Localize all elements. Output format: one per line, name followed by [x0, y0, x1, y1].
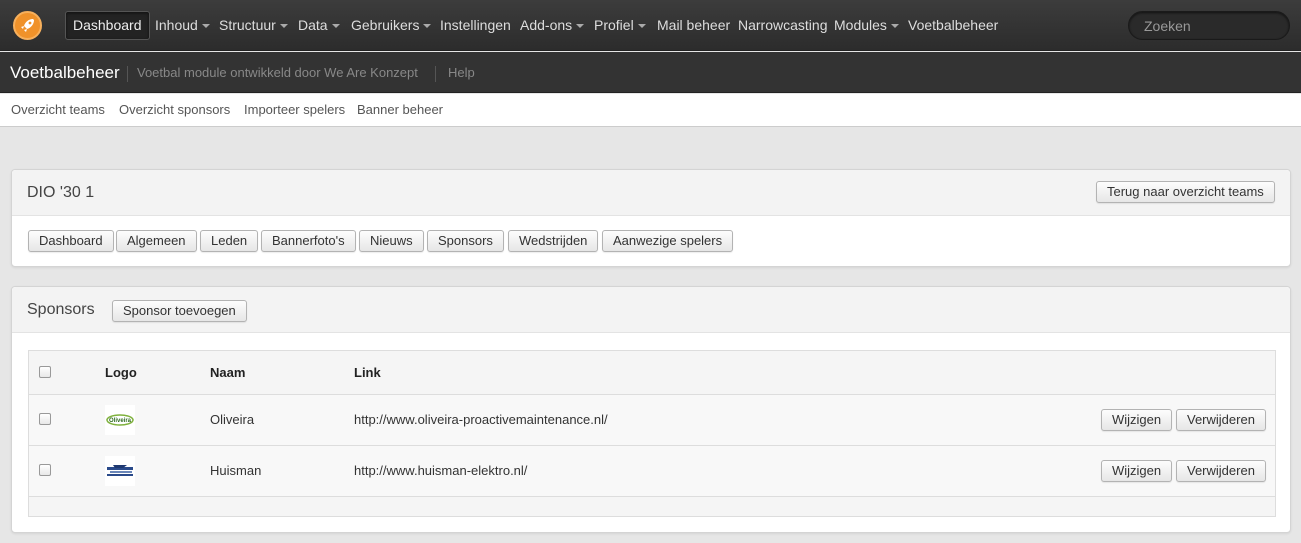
add-sponsor-button[interactable]: Sponsor toevoegen: [112, 300, 247, 322]
nav-item-addons[interactable]: Add-ons: [520, 11, 585, 40]
nav-label: Voetbalbeheer: [908, 17, 999, 33]
divider: [127, 66, 128, 82]
nav-item-inhoud[interactable]: Inhoud: [155, 11, 210, 40]
sponsors-title: Sponsors: [27, 301, 95, 318]
table-row: Huisman http://www.huisman-elektro.nl/ W…: [29, 446, 1275, 497]
nav-item-gebruikers[interactable]: Gebruikers: [351, 11, 432, 40]
row-checkbox[interactable]: [39, 464, 51, 476]
sponsor-name: Huisman: [210, 463, 262, 478]
nav-label: Modules: [834, 17, 887, 33]
caret-down-icon: [637, 24, 646, 29]
sponsor-logo-oliveira: Oliveira: [105, 405, 135, 435]
row-checkbox[interactable]: [39, 413, 51, 425]
caret-down-icon: [279, 24, 288, 29]
nav-label: Data: [298, 17, 328, 33]
tab-wedstrijden[interactable]: Wedstrijden: [508, 230, 599, 252]
column-header-logo[interactable]: Logo: [105, 365, 137, 380]
nav-item-profiel[interactable]: Profiel: [594, 11, 646, 40]
team-panel-header: DIO '30 1 Terug naar overzicht teams: [12, 170, 1290, 216]
tab-sponsors[interactable]: Sponsors: [427, 230, 504, 252]
caret-down-icon: [576, 24, 585, 29]
nav-label: Inhoud: [155, 17, 198, 33]
tab-bannerfotos[interactable]: Bannerfoto's: [261, 230, 356, 252]
nav-item-mail-beheer[interactable]: Mail beheer: [657, 11, 730, 40]
back-to-teams-button[interactable]: Terug naar overzicht teams: [1096, 181, 1275, 203]
nav-item-dashboard[interactable]: Dashboard: [65, 11, 150, 40]
module-description: Voetbal module ontwikkeld door We Are Ko…: [137, 65, 418, 80]
caret-down-icon: [890, 24, 899, 29]
search-input[interactable]: [1128, 11, 1290, 40]
sponsor-link[interactable]: http://www.oliveira-proactivemaintenance…: [354, 412, 608, 427]
team-panel: DIO '30 1 Terug naar overzicht teams Das…: [11, 169, 1291, 267]
tab-leden[interactable]: Leden: [200, 230, 259, 252]
nav-label: Dashboard: [73, 17, 142, 33]
sponsor-link[interactable]: http://www.huisman-elektro.nl/: [354, 463, 527, 478]
table-row: Oliveira Oliveira http://www.oliveira-pr…: [29, 395, 1275, 446]
subnav-banner-beheer[interactable]: Banner beheer: [357, 102, 443, 117]
sponsor-name: Oliveira: [210, 412, 255, 427]
nav-label: Profiel: [594, 17, 634, 33]
nav-item-voetbalbeheer[interactable]: Voetbalbeheer: [908, 11, 998, 40]
nav-item-structuur[interactable]: Structuur: [219, 11, 288, 40]
caret-down-icon: [423, 24, 432, 29]
tab-algemeen[interactable]: Algemeen: [116, 230, 197, 252]
subnav-overzicht-teams[interactable]: Overzicht teams: [11, 102, 105, 117]
top-navbar: Dashboard Inhoud Structuur Data Gebruike…: [0, 0, 1301, 51]
sponsors-panel-header: Sponsors Sponsor toevoegen: [12, 287, 1290, 333]
edit-button[interactable]: Wijzigen: [1101, 409, 1173, 431]
table-header: Logo Naam Link: [29, 351, 1275, 395]
column-header-link[interactable]: Link: [354, 365, 381, 380]
nav-label: Instellingen: [440, 17, 511, 33]
nav-item-instellingen[interactable]: Instellingen: [440, 11, 511, 40]
tab-aanwezige-spelers[interactable]: Aanwezige spelers: [602, 230, 734, 252]
sponsor-logo-huisman: [105, 456, 135, 486]
nav-label: Add-ons: [520, 17, 573, 33]
tab-dashboard[interactable]: Dashboard: [28, 230, 114, 252]
module-title[interactable]: Voetbalbeheer: [10, 63, 120, 83]
rocket-icon[interactable]: [13, 11, 42, 40]
team-title: DIO '30 1: [27, 184, 95, 201]
nav-item-data[interactable]: Data: [298, 11, 340, 40]
sponsors-panel: Sponsors Sponsor toevoegen Logo Naam Lin…: [11, 286, 1291, 533]
select-all-checkbox[interactable]: [39, 366, 51, 378]
caret-down-icon: [201, 24, 210, 29]
nav-label: Narrowcasting: [738, 17, 828, 33]
delete-button[interactable]: Verwijderen: [1176, 409, 1266, 431]
divider: [435, 66, 436, 82]
subnav-overzicht-sponsors[interactable]: Overzicht sponsors: [119, 102, 230, 117]
column-header-naam[interactable]: Naam: [210, 365, 245, 380]
delete-button[interactable]: Verwijderen: [1176, 460, 1266, 482]
nav-item-modules[interactable]: Modules: [834, 11, 899, 40]
oliveira-logo-text: Oliveira: [109, 418, 132, 424]
help-link[interactable]: Help: [448, 65, 475, 80]
tab-nieuws[interactable]: Nieuws: [359, 230, 424, 252]
nav-label: Gebruikers: [351, 17, 420, 33]
module-subnav: Overzicht teams Overzicht sponsors Impor…: [0, 94, 1301, 127]
edit-button[interactable]: Wijzigen: [1101, 460, 1173, 482]
subnav-importeer-spelers[interactable]: Importeer spelers: [244, 102, 345, 117]
module-header: Voetbalbeheer Voetbal module ontwikkeld …: [0, 52, 1301, 93]
nav-label: Structuur: [219, 17, 276, 33]
nav-item-narrowcasting[interactable]: Narrowcasting: [738, 11, 827, 40]
nav-label: Mail beheer: [657, 17, 731, 33]
sponsors-table: Logo Naam Link Oliveira Oliveira http://…: [28, 350, 1276, 517]
caret-down-icon: [331, 24, 340, 29]
